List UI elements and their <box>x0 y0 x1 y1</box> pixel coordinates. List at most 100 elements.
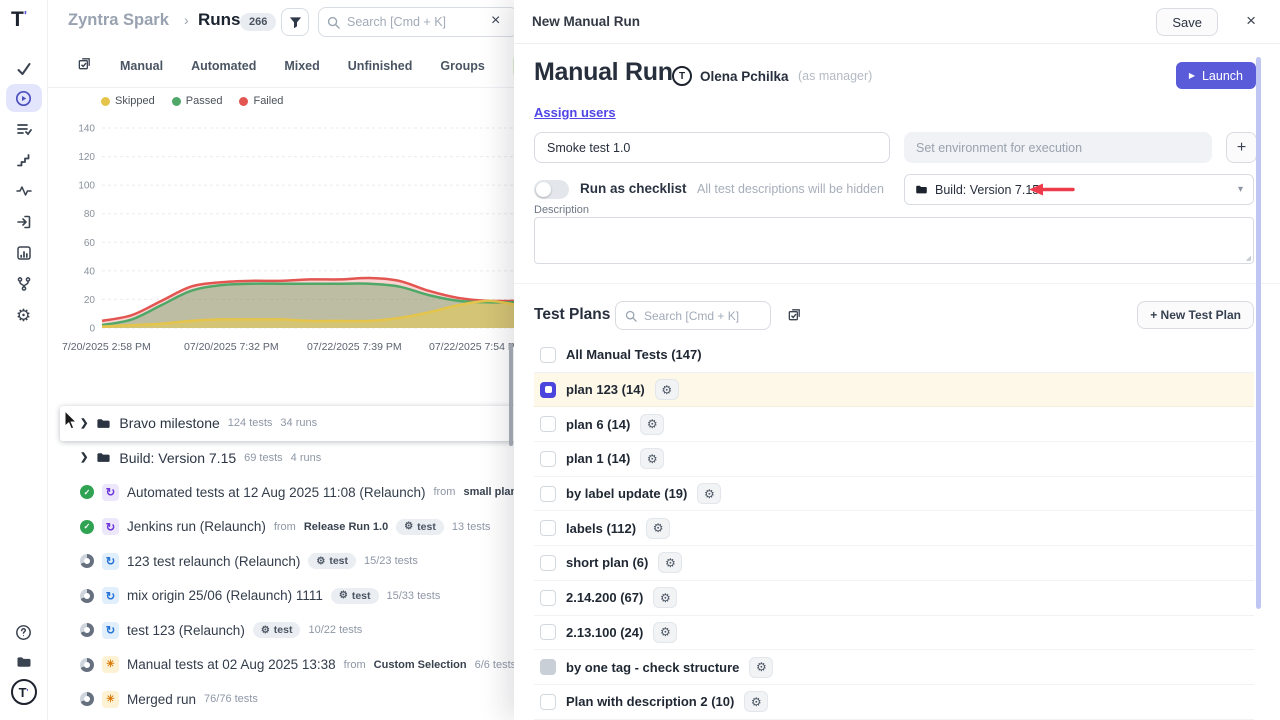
plan-settings-button[interactable]: ⚙ <box>655 379 679 400</box>
plan-settings-button[interactable]: ⚙ <box>658 552 682 573</box>
plan-settings-button[interactable]: ⚙ <box>646 518 670 539</box>
run-row[interactable]: ❯Build: Version 7.1569 tests4 runs <box>60 441 520 476</box>
test-plans-list-icon[interactable] <box>6 116 42 142</box>
run-title[interactable]: Automated tests at 12 Aug 2025 11:08 (Re… <box>127 485 425 500</box>
tasks-check-icon[interactable] <box>6 56 42 82</box>
select-all-icon[interactable] <box>77 56 92 76</box>
save-button[interactable]: Save <box>1156 8 1218 36</box>
new-test-plan-button[interactable]: + New Test Plan <box>1137 301 1254 329</box>
breadcrumb-project[interactable]: Zyntra Spark <box>68 11 169 30</box>
plan-settings-button[interactable]: ⚙ <box>653 587 677 608</box>
plan-row[interactable]: 2.14.200 (67) ⚙ <box>534 581 1254 616</box>
plan-label[interactable]: All Manual Tests (147) <box>566 347 702 362</box>
plan-settings-button[interactable]: ⚙ <box>653 622 677 643</box>
plan-checkbox[interactable] <box>540 486 556 502</box>
plan-settings-button[interactable]: ⚙ <box>640 448 664 469</box>
launch-button[interactable]: ▶ Launch <box>1176 62 1256 89</box>
plan-row[interactable]: short plan (6) ⚙ <box>534 546 1254 581</box>
app-logo[interactable]: T' <box>11 8 37 34</box>
run-title[interactable]: Build: Version 7.15 <box>119 450 236 466</box>
close-panel-icon[interactable]: × <box>1246 11 1256 31</box>
user-avatar[interactable]: T' <box>11 679 37 705</box>
panel-scrollbar[interactable] <box>1256 57 1261 609</box>
reports-chart-icon[interactable] <box>6 240 42 266</box>
tab-groups[interactable]: Groups <box>440 59 484 73</box>
tab-mixed[interactable]: Mixed <box>284 59 319 73</box>
from-target[interactable]: small plan <box>463 486 517 498</box>
plan-checkbox[interactable] <box>540 624 556 640</box>
run-title[interactable]: Merged run <box>127 692 196 707</box>
plan-settings-button[interactable]: ⚙ <box>640 414 664 435</box>
run-row[interactable]: ✓↻Jenkins run (Relaunch)fromRelease Run … <box>60 510 520 545</box>
settings-gear-icon[interactable]: ⚙ <box>6 302 42 328</box>
plan-row[interactable]: plan 123 (14) ⚙ <box>534 373 1254 408</box>
description-textarea[interactable]: ◢ <box>534 217 1254 264</box>
plan-settings-button[interactable]: ⚙ <box>749 657 773 678</box>
legend-item-skipped[interactable]: Skipped <box>101 95 155 107</box>
resize-handle[interactable]: ◢ <box>1246 254 1251 262</box>
pulse-icon[interactable] <box>6 178 42 204</box>
plan-checkbox[interactable] <box>540 347 556 363</box>
plan-row[interactable]: by one tag - check structure ⚙ <box>534 650 1254 685</box>
run-title[interactable]: Manual tests at 02 Aug 2025 13:38 <box>127 657 336 672</box>
plan-label[interactable]: plan 123 (14) <box>566 382 645 397</box>
tab-unfinished[interactable]: Unfinished <box>348 59 413 73</box>
build-select[interactable]: Build: Version 7.15 ▾ <box>904 174 1254 205</box>
plan-row[interactable]: plan 1 (14) ⚙ <box>534 442 1254 477</box>
run-title[interactable]: 123 test relaunch (Relaunch) <box>127 554 300 569</box>
plan-checkbox[interactable] <box>540 659 556 675</box>
run-row[interactable]: ✳Merged run76/76 tests <box>60 682 520 717</box>
plan-checkbox[interactable] <box>540 382 556 398</box>
plan-checkbox[interactable] <box>540 590 556 606</box>
assign-users-link[interactable]: Assign users <box>534 105 616 120</box>
import-icon[interactable] <box>6 209 42 235</box>
plan-checkbox[interactable] <box>540 520 556 536</box>
run-row[interactable]: ❯Bravo milestone124 tests34 runs <box>60 406 520 441</box>
left-panel-scrollbar[interactable] <box>509 343 513 446</box>
plan-settings-button[interactable]: ⚙ <box>697 483 721 504</box>
plan-row[interactable]: 2.13.100 (24) ⚙ <box>534 616 1254 651</box>
run-name-input[interactable]: Smoke test 1.0 <box>534 132 890 163</box>
tab-automated[interactable]: Automated <box>191 59 256 73</box>
run-row[interactable]: ↻123 test relaunch (Relaunch)⚙test15/23 … <box>60 544 520 579</box>
plan-label[interactable]: plan 6 (14) <box>566 417 630 432</box>
plan-label[interactable]: short plan (6) <box>566 555 648 570</box>
plan-label[interactable]: Plan with description 2 (10) <box>566 694 734 709</box>
plan-checkbox[interactable] <box>540 694 556 710</box>
from-target[interactable]: Release Run 1.0 <box>304 521 388 533</box>
run-title[interactable]: Jenkins run (Relaunch) <box>127 519 266 534</box>
help-icon[interactable] <box>6 619 42 645</box>
add-environment-button[interactable]: + <box>1226 132 1257 163</box>
plan-checkbox[interactable] <box>540 416 556 432</box>
test-plans-search-input[interactable]: Search [Cmd + K] <box>615 301 771 330</box>
run-title[interactable]: Bravo milestone <box>119 415 219 431</box>
plan-label[interactable]: plan 1 (14) <box>566 451 630 466</box>
projects-folder-icon[interactable] <box>6 649 42 675</box>
run-as-checklist-toggle[interactable] <box>534 180 569 199</box>
plan-row[interactable]: labels (112) ⚙ <box>534 511 1254 546</box>
clear-search-button[interactable]: × <box>487 12 504 30</box>
expand-chevron-icon[interactable]: ❯ <box>80 418 88 429</box>
plan-label[interactable]: 2.13.100 (24) <box>566 625 643 640</box>
plan-label[interactable]: by label update (19) <box>566 486 687 501</box>
plan-label[interactable]: labels (112) <box>566 521 636 536</box>
plan-settings-button[interactable]: ⚙ <box>744 691 768 712</box>
branches-icon[interactable] <box>6 271 42 297</box>
plan-row[interactable]: plan 6 (14) ⚙ <box>534 407 1254 442</box>
plan-label[interactable]: by one tag - check structure <box>566 660 739 675</box>
plan-checkbox[interactable] <box>540 451 556 467</box>
run-row[interactable]: ↻mix origin 25/06 (Relaunch) 1111⚙test15… <box>60 579 520 614</box>
run-row[interactable]: ✳Manual tests at 02 Aug 2025 13:38fromCu… <box>60 648 520 683</box>
expand-chevron-icon[interactable]: ❯ <box>80 452 88 463</box>
filter-button[interactable] <box>281 8 309 36</box>
run-title[interactable]: test 123 (Relaunch) <box>127 623 245 638</box>
runs-icon[interactable] <box>6 84 42 112</box>
legend-item-passed[interactable]: Passed <box>172 95 223 107</box>
environment-input[interactable]: Set environment for execution <box>904 132 1212 163</box>
milestones-steps-icon[interactable] <box>6 147 42 173</box>
plan-row[interactable]: All Manual Tests (147) <box>534 338 1254 373</box>
plan-row[interactable]: Plan with description 2 (10) ⚙ <box>534 685 1254 720</box>
from-target[interactable]: Custom Selection <box>374 659 467 671</box>
run-title[interactable]: mix origin 25/06 (Relaunch) 1111 <box>127 588 323 603</box>
plan-label[interactable]: 2.14.200 (67) <box>566 590 643 605</box>
